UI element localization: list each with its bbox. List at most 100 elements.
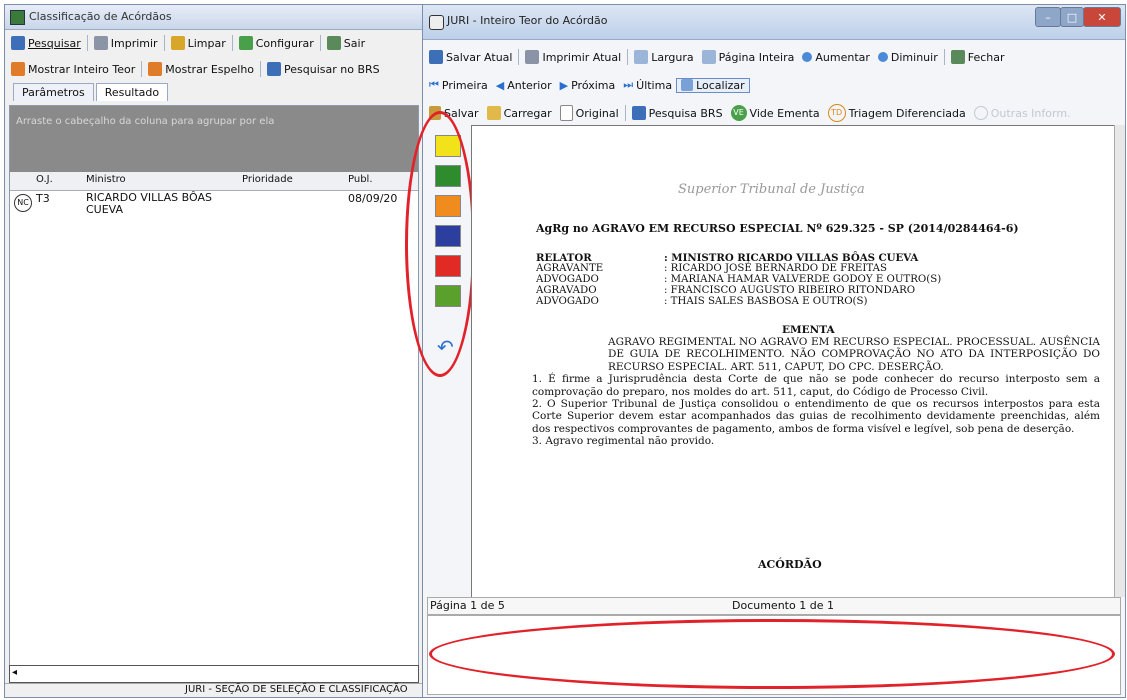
left-title-bar: Classificação de Acórdãos <box>5 5 423 30</box>
configure-button[interactable]: Configurar <box>235 36 318 50</box>
cell-ministro: RICARDO VILLAS BÔAS CUEVA <box>86 191 212 216</box>
column-publ[interactable]: Publ. <box>348 174 373 185</box>
grid-header: O.J. Ministro Prioridade Publ. <box>10 172 418 191</box>
right-title-bar: JURI - Inteiro Teor do Acórdão – □ ✕ <box>423 5 1125 40</box>
original-button[interactable]: Original <box>556 105 623 121</box>
search-icon <box>631 106 646 120</box>
full-text-window: JURI - Inteiro Teor do Acórdão – □ ✕ Sal… <box>405 4 1127 698</box>
ementa-heading: EMENTA <box>782 324 835 336</box>
save-current-button[interactable]: Salvar Atual <box>425 50 516 64</box>
cell-oj: T3 <box>36 192 50 205</box>
search-brs-button[interactable]: Pesquisa BRS <box>628 106 727 120</box>
annotation-circle <box>405 111 475 377</box>
search-brs-button[interactable]: Pesquisar no BRS <box>263 62 384 76</box>
column-oj[interactable]: O.J. <box>36 174 53 185</box>
scroll-left-arrow-icon[interactable]: ◂ <box>12 667 17 678</box>
print-current-button[interactable]: Imprimir Atual <box>521 50 625 64</box>
info-icon <box>973 106 988 120</box>
group-by-area[interactable]: Arraste o cabeçalho da coluna para agrup… <box>10 106 418 172</box>
zoom-out-icon <box>877 52 888 62</box>
triagem-button[interactable]: TD Triagem Diferenciada <box>824 104 970 122</box>
exit-icon <box>950 50 965 64</box>
right-window-title: JURI - Inteiro Teor do Acórdão <box>447 14 608 27</box>
document-title: AgRg no AGRAVO EM RECURSO ESPECIAL Nº 62… <box>536 222 1019 235</box>
party-line: ADVOGADO: THAIS SALES BASBOSA E OUTRO(S) <box>536 296 868 307</box>
viewer-toolbar-actions: Salvar Carregar Original Pesquisa BRS VE… <box>423 101 1127 125</box>
exit-button[interactable]: Sair <box>323 36 369 50</box>
classification-window: Classificação de Acórdãos Pesquisar Impr… <box>4 4 424 698</box>
search-icon <box>11 36 25 50</box>
viewer-toolbar-main: Salvar Atual Imprimir Atual Largura Pági… <box>423 45 1127 69</box>
close-button[interactable]: ✕ <box>1083 7 1121 27</box>
vide-ementa-badge-icon: VE <box>730 105 747 121</box>
group-hint: Arraste o cabeçalho da coluna para agrup… <box>16 116 275 127</box>
page-icon <box>701 50 716 64</box>
width-icon <box>634 50 649 64</box>
first-page-button[interactable]: ⏮ Primeira <box>425 78 492 92</box>
close-viewer-button[interactable]: Fechar <box>947 50 1009 64</box>
triagem-badge-icon: TD <box>827 104 846 122</box>
ementa-item: 1. É firme a Jurisprudência desta Corte … <box>532 373 1100 398</box>
find-icon <box>681 79 694 91</box>
load-button[interactable]: Carregar <box>483 106 556 120</box>
left-toolbar-main: Pesquisar Imprimir Limpar Configurar Sai… <box>5 31 425 55</box>
print-button[interactable]: Imprimir <box>90 36 162 50</box>
last-page-button[interactable]: ⏭ Última <box>619 78 676 92</box>
status-badge: NC <box>14 194 32 212</box>
next-icon: ▶ <box>559 78 569 92</box>
show-mirror-button[interactable]: Mostrar Espelho <box>144 62 258 76</box>
zoom-in-button[interactable]: Aumentar <box>798 51 874 64</box>
printer-icon <box>93 36 108 50</box>
left-status-text: JURI - SEÇÃO DE SELEÇÃO E CLASSIFICAÇÃO <box>185 684 408 695</box>
ementa-item: 3. Agravo regimental não provido. <box>532 435 715 448</box>
folder-icon <box>486 106 501 120</box>
court-logo: Superior Tribunal de Justiça <box>678 182 865 197</box>
document-icon <box>559 105 573 121</box>
vide-ementa-button[interactable]: VE Vide Ementa <box>727 105 824 121</box>
ementa-item: 2. O Superior Tribunal de Justiça consol… <box>532 398 1100 435</box>
show-full-text-button[interactable]: Mostrar Inteiro Teor <box>7 62 139 76</box>
minimize-button[interactable]: – <box>1035 7 1061 27</box>
other-info-button[interactable]: Outras Inform. <box>970 106 1075 120</box>
cell-publ: 08/09/20 <box>348 192 398 205</box>
tab-parameters[interactable]: Parâmetros <box>13 83 94 101</box>
app-icon <box>429 15 444 30</box>
horizontal-scrollbar[interactable]: ◂ <box>9 665 419 683</box>
document-viewer[interactable]: Superior Tribunal de Justiça AgRg no AGR… <box>471 125 1116 599</box>
tab-result[interactable]: Resultado <box>95 83 169 101</box>
left-tabs: Parâmetros Resultado <box>5 83 423 105</box>
mirror-icon <box>148 62 163 76</box>
app-icon <box>10 10 25 25</box>
fit-width-button[interactable]: Largura <box>630 50 697 64</box>
find-button[interactable]: Localizar <box>676 77 750 93</box>
zoom-in-icon <box>802 52 813 62</box>
settings-icon <box>238 36 253 50</box>
results-grid: Arraste o cabeçalho da coluna para agrup… <box>9 105 419 667</box>
exit-icon <box>326 36 341 50</box>
previous-page-button[interactable]: ◀ Anterior <box>492 79 556 92</box>
zoom-out-button[interactable]: Diminuir <box>874 51 942 64</box>
ementa-body: AGRAVO REGIMENTAL NO AGRAVO EM RECURSO E… <box>532 336 1100 448</box>
table-row[interactable]: NC T3 RICARDO VILLAS BÔAS CUEVA 08/09/20 <box>10 190 418 224</box>
full-page-button[interactable]: Página Inteira <box>698 50 799 64</box>
document-indicator: Documento 1 de 1 <box>732 599 834 612</box>
document-icon <box>11 62 25 76</box>
search-button[interactable]: Pesquisar <box>7 36 85 50</box>
printer-icon <box>525 50 540 64</box>
maximize-button[interactable]: □ <box>1060 7 1084 27</box>
viewer-toolbar-nav: ⏮ Primeira ◀ Anterior ▶ Próxima ⏭ Última Loc… <box>423 73 1127 97</box>
left-status-bar: JURI - SEÇÃO DE SELEÇÃO E CLASSIFICAÇÃO <box>5 683 423 698</box>
first-page-icon: ⏮ <box>429 78 439 91</box>
clear-button[interactable]: Limpar <box>167 36 230 50</box>
previous-icon: ◀ <box>495 78 505 92</box>
vertical-scrollbar[interactable] <box>1114 125 1125 597</box>
next-page-button[interactable]: ▶ Próxima <box>556 79 620 92</box>
ementa-summary: AGRAVO REGIMENTAL NO AGRAVO EM RECURSO E… <box>608 336 1100 373</box>
search-icon <box>267 62 282 76</box>
column-prioridade[interactable]: Prioridade <box>242 174 293 185</box>
page-indicator: Página 1 de 5 <box>430 599 505 612</box>
broom-icon <box>170 36 185 50</box>
left-window-title: Classificação de Acórdãos <box>29 10 172 23</box>
party-line: AGRAVANTE: RICARDO JOSÉ BERNARDO DE FREI… <box>536 263 887 274</box>
column-ministro[interactable]: Ministro <box>86 174 126 185</box>
